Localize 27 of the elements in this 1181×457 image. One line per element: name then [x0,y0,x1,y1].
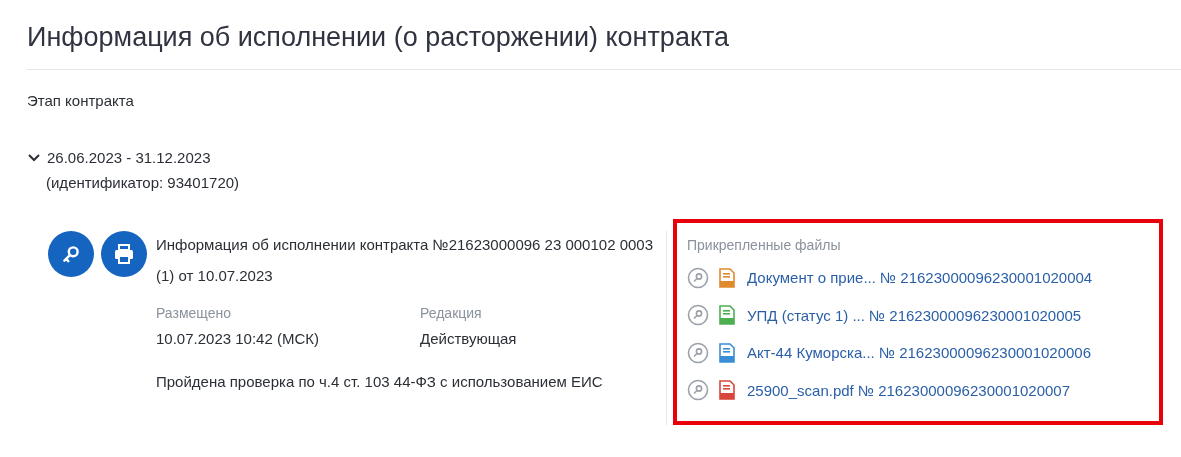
field-value: Действующая [420,330,518,347]
field-value: 10.07.2023 10:42 (МСК) [156,330,320,347]
key-icon[interactable] [687,266,709,289]
printer-icon [113,243,135,265]
file-link[interactable]: УПД (статус 1) ... № 21623000096230001020005 [747,306,1082,324]
field-label: Размещено [156,305,232,321]
section-label: Этап контракта [27,92,135,109]
file-icon [719,267,735,288]
view-button[interactable] [48,231,94,277]
file-icon [719,380,735,401]
key-icon [60,243,82,265]
verification-note: Пройдена проверка по ч.4 ст. 103 44-ФЗ с использованием ЕИС [156,373,604,390]
page-title: Информация об исполнении (о расторжении) контракта [27,22,1181,70]
stage-identifier: (идентификатор: 93401720) [46,174,241,191]
file-icon [719,305,735,326]
stage-dates[interactable]: 26.06.2023 - 31.12.2023 [47,149,211,166]
attachments-title: Прикрепленные файлы [687,237,842,253]
file-icon [719,342,735,363]
file-link[interactable]: 25900_scan.pdf № 21623000096230001020007 [747,381,1071,399]
key-icon[interactable] [687,379,709,402]
document-title: Информация об исполнении контракта №21623000096 23 000102 0003 (1) от 10.07.2023 [156,235,655,286]
field-label: Редакция [420,305,483,321]
key-icon[interactable] [687,341,709,364]
print-button[interactable] [101,231,147,277]
key-icon[interactable] [687,304,709,327]
file-link[interactable]: Акт-44 Куморска... № 21623000096230001020006 [747,344,1092,362]
file-link[interactable]: Документ о прие... № 21623000096230001020004 [747,269,1093,287]
